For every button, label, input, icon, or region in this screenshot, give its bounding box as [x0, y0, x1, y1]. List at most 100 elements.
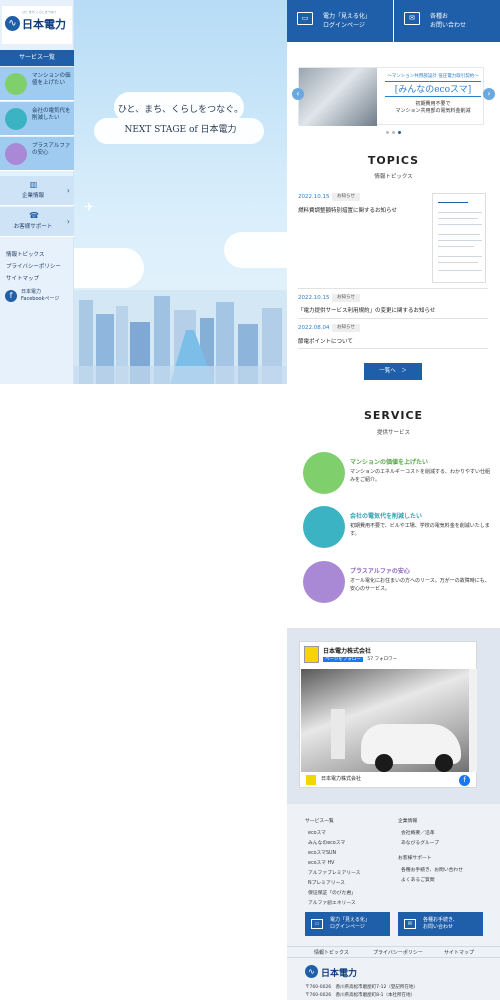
news-date: 2022.10.15: [298, 194, 330, 200]
building-icon[interactable]: [303, 452, 345, 494]
address: 〒760-0026 香川県高松市磨屋町7-12（登記所在地）: [305, 985, 418, 990]
sidebar-item-plus-alpha[interactable]: プラスアルファの安心: [0, 137, 74, 171]
carousel-next-button[interactable]: ›: [483, 88, 495, 100]
facebook-post-name[interactable]: 日本電力株式会社: [321, 775, 361, 782]
hero-tagline: ひと、まち、くらしをつなぐ。: [117, 105, 244, 115]
facebook-label: Facebookページ: [21, 296, 60, 302]
service-desc: オール電化にお住まいの方へのリース。万が一の故障時にも、安心のサービス。: [350, 578, 490, 592]
sidebar-link-topics[interactable]: 情報トピックス: [6, 250, 44, 258]
news-document-thumbnail[interactable]: [432, 193, 486, 283]
facebook-embed[interactable]: 日本電力株式会社 ページをフォロー 57 フォロワー 日本電力株式会社 f: [299, 641, 477, 788]
address: 〒760-0026 香川県高松市磨屋町8-1（本社所在地）: [305, 993, 416, 998]
sidebar-item-company[interactable]: 会社の電気代を削減したい: [0, 102, 74, 136]
footer-login-button[interactable]: ▭ 電力「見える化」 ログインページ: [305, 912, 390, 936]
carousel-dot[interactable]: [392, 131, 395, 134]
sidebar-item-label: 会社の電気代を削減したい: [32, 108, 71, 121]
login-label: ログインページ: [323, 22, 365, 29]
mail-icon: ✉: [404, 919, 416, 929]
sidebar-item-label: 企業情報: [21, 193, 44, 199]
topics-heading: TOPICS: [367, 154, 420, 167]
divider: [298, 348, 488, 349]
scrollbar[interactable]: [469, 669, 477, 772]
hero-illustration: ✈ ひと、まち、くらしをつなぐ。 NEXT STAGE of 日本電力: [74, 0, 287, 384]
city-skyline: [74, 290, 287, 384]
service-title[interactable]: 会社の電気代を削減したい: [350, 511, 422, 520]
chevron-right-icon: ›: [66, 217, 70, 226]
footer-link[interactable]: あなびるグループ: [401, 839, 439, 846]
news-date: 2022.10.15: [298, 295, 330, 301]
hero-next-stage: NEXT STAGE of 日本電力: [124, 125, 237, 135]
footer-link[interactable]: 保证保証「のびた君」: [308, 889, 356, 896]
family-icon[interactable]: [303, 561, 345, 603]
footer-link[interactable]: アルファプレミアリース: [308, 869, 360, 876]
banner-caption: 〜マンション共用部設計 低圧電力取引契約〜: [387, 74, 479, 79]
footer-heading[interactable]: お客様サポート: [398, 854, 432, 861]
building-icon: [5, 73, 27, 95]
logo-name: 日本電力: [321, 969, 358, 979]
facebook-post-photo[interactable]: [301, 669, 469, 772]
login-label: 電力「見える化」: [330, 917, 370, 923]
footer-link-privacy[interactable]: プライバシーポリシー: [373, 949, 423, 956]
facebook-avatar[interactable]: [304, 646, 319, 663]
footer-link[interactable]: ecoスマ: [308, 829, 326, 836]
banner-text: マンション共用部の電気料金削減: [395, 108, 471, 114]
contact-button[interactable]: ✉ 各種おお問い合わせ: [394, 0, 500, 42]
footer-link-sitemap[interactable]: サイトマップ: [444, 949, 474, 956]
topics-more-button[interactable]: 一覧へ ＞: [364, 363, 422, 380]
footer-link-topics[interactable]: 情報トピックス: [314, 949, 349, 956]
footer-link[interactable]: みんなのecoスマ: [308, 839, 345, 846]
contact-label: 各種お手続き、: [423, 917, 458, 923]
promo-banner[interactable]: 〜マンション共用部設計 低圧電力取引契約〜 [みんなのecoスマ] 初期費用不要…: [298, 67, 484, 126]
footer-link[interactable]: よくあるご質問: [401, 876, 435, 883]
ev-charger: [331, 709, 345, 759]
logo-mark-icon: ∿: [5, 16, 20, 31]
login-button[interactable]: ▭ 電力「見える化」 ログインページ: [287, 0, 393, 42]
sidebar-link-sitemap[interactable]: サイトマップ: [6, 274, 39, 282]
footer-link[interactable]: 会社概要／沿革: [401, 829, 435, 836]
service-title[interactable]: プラスアルファの安心: [350, 566, 410, 575]
facebook-page-name[interactable]: 日本電力株式会社: [323, 646, 371, 655]
facebook-icon[interactable]: f: [459, 775, 470, 786]
news-title[interactable]: 燃料費調整額特別措置に関するお知らせ: [298, 206, 397, 214]
footer-link[interactable]: Nプレミアリース: [308, 879, 345, 886]
news-tag: お知らせ: [332, 294, 360, 302]
news-title[interactable]: 「電力提供サービス利用規約」の変更に関するお知らせ: [298, 306, 435, 314]
footer-heading[interactable]: サービス一覧: [305, 817, 334, 824]
contact-label: 各種お: [430, 13, 449, 20]
sidebar-item-label: プラスアルファの安心: [32, 143, 71, 156]
login-label: 電力「見える化」: [323, 13, 371, 20]
carousel-dot[interactable]: [386, 131, 389, 134]
sidebar-item-company-info[interactable]: ▥ 企業情報 ›: [0, 176, 74, 206]
service-subheading: 提供サービス: [376, 430, 410, 436]
facebook-avatar: [306, 775, 316, 785]
news-date: 2022.08.04: [298, 325, 330, 331]
sidebar-item-mansion[interactable]: マンションの価値を上げたい: [0, 67, 74, 101]
sidebar-facebook-link[interactable]: f 日本電力 Facebookページ: [5, 288, 69, 306]
mail-icon: ✉: [404, 12, 420, 25]
contact-label: お問い合わせ: [423, 924, 454, 930]
footer-link[interactable]: ecoスマ HV: [308, 859, 334, 866]
brand-logo[interactable]: ∿ ひと まち くらしをつなぐ 日本電力: [2, 6, 72, 44]
carousel-prev-button[interactable]: ‹: [292, 88, 304, 100]
sidebar-item-label: マンションの価値を上げたい: [32, 73, 71, 86]
facebook-label: 日本電力: [21, 289, 42, 295]
contact-label: お問い合わせ: [430, 22, 467, 29]
sidebar-link-privacy[interactable]: プライバシーポリシー: [6, 262, 61, 270]
facebook-follow-button[interactable]: ページをフォロー: [323, 657, 363, 662]
footer-link[interactable]: アルファ創エネリース: [308, 899, 356, 906]
divider: [298, 288, 488, 289]
footer-contact-button[interactable]: ✉ 各種お手続き、 お問い合わせ: [398, 912, 483, 936]
footer-link[interactable]: 各種お手続き、お問い合わせ: [401, 866, 463, 873]
office-icon[interactable]: [303, 506, 345, 548]
service-title[interactable]: マンションの価値を上げたい: [350, 457, 428, 466]
news-title[interactable]: 節電ポイントについて: [298, 337, 353, 345]
banner-title: [みんなのecoスマ]: [385, 81, 481, 97]
topics-subheading: 情報トピックス: [374, 174, 413, 180]
carousel-dot-active[interactable]: [398, 131, 401, 134]
footer-link[interactable]: ecoスマSUN: [308, 849, 336, 856]
login-label: ログインページ: [330, 924, 365, 930]
logo-name: 日本電力: [22, 18, 66, 31]
banner-photo: [299, 68, 377, 126]
sidebar-item-support[interactable]: ☎ お客様サポート ›: [0, 207, 74, 237]
footer-heading[interactable]: 企業情報: [398, 817, 417, 824]
